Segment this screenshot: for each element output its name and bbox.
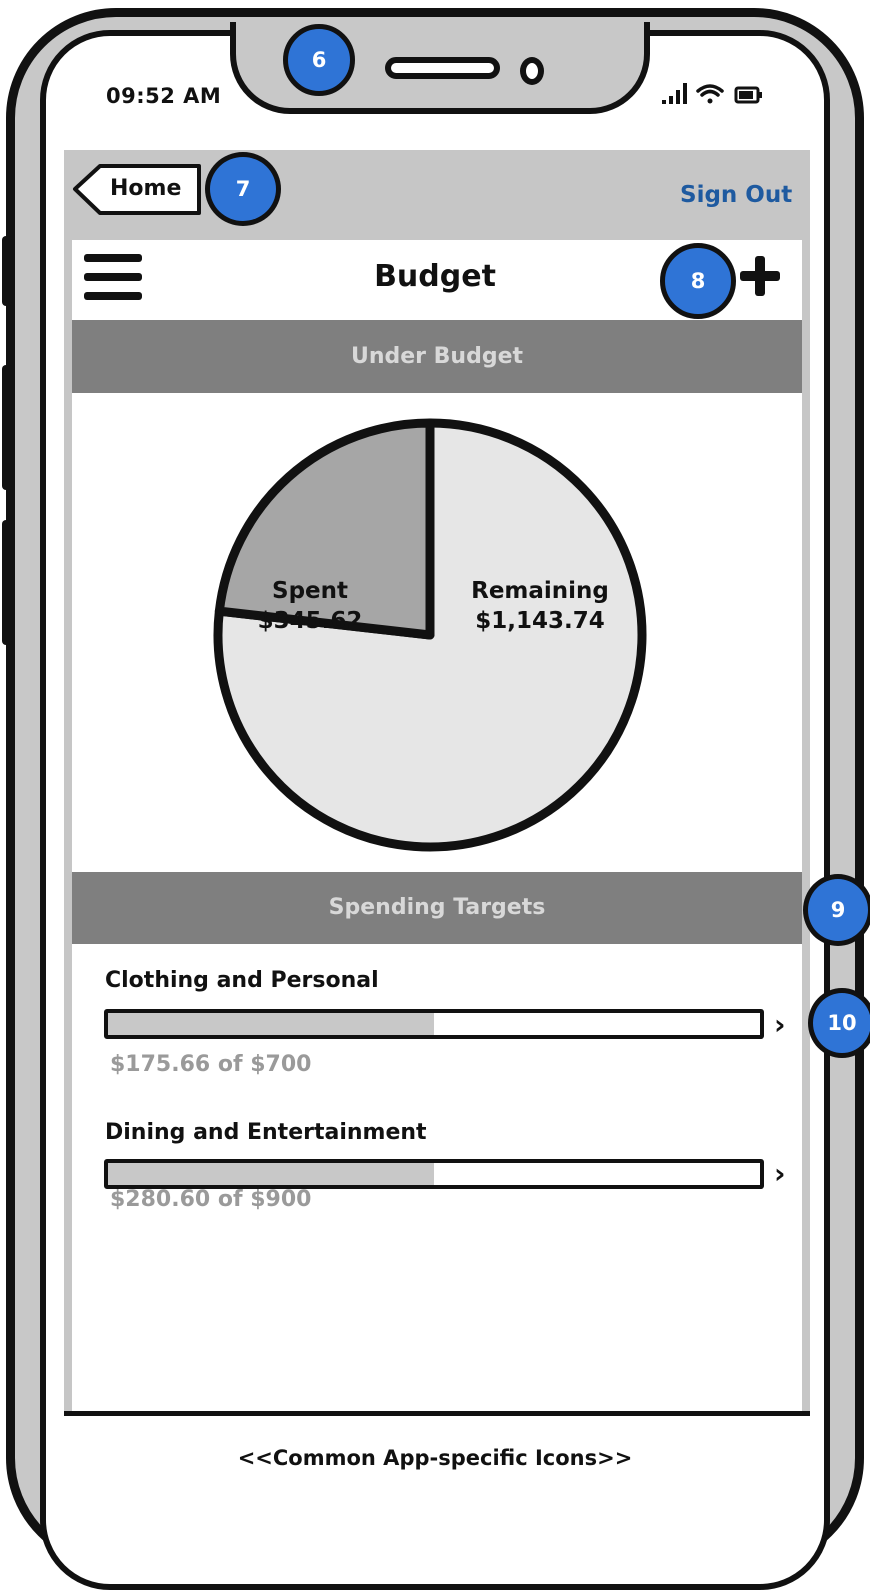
target-progress-bar[interactable] <box>104 1159 764 1189</box>
target-progress-bar[interactable] <box>104 1009 764 1039</box>
side-button <box>2 520 12 645</box>
spending-targets-header: Spending Targets <box>72 872 802 944</box>
remaining-label-value: $1,143.74 <box>475 608 605 634</box>
callout-badge: 9 <box>803 874 870 946</box>
add-plus-icon[interactable] <box>738 254 782 298</box>
budget-pie-chart <box>213 418 647 852</box>
sign-out-link[interactable]: Sign Out <box>680 182 792 208</box>
camera <box>520 57 544 85</box>
callout-badge: 7 <box>205 152 281 226</box>
speaker <box>385 57 500 79</box>
side-button <box>2 365 12 490</box>
target-progress-fill <box>108 1013 434 1035</box>
target-name: Clothing and Personal <box>105 968 379 993</box>
target-name: Dining and Entertainment <box>105 1120 427 1145</box>
status-time: 09:52 AM <box>106 84 222 108</box>
home-back-label: Home <box>110 176 182 201</box>
chevron-right-icon[interactable]: › <box>774 1008 786 1041</box>
target-progress-fill <box>108 1163 434 1185</box>
spent-label-name: Spent <box>272 578 348 604</box>
spent-label: Spent $345.62 <box>230 576 390 636</box>
target-amount: $280.60 of $900 <box>110 1187 312 1212</box>
callout-badge: 6 <box>283 24 355 96</box>
callout-badge: 10 <box>808 988 870 1058</box>
target-amount: $175.66 of $700 <box>110 1052 312 1077</box>
callout-badge: 8 <box>660 243 736 319</box>
remaining-label: Remaining $1,143.74 <box>460 576 620 636</box>
battery-icon <box>734 86 762 104</box>
under-budget-header: Under Budget <box>72 320 802 393</box>
chevron-right-icon[interactable]: › <box>774 1157 786 1190</box>
signal-icon <box>662 83 687 104</box>
wifi-icon <box>696 84 724 104</box>
spent-label-value: $345.62 <box>257 608 363 634</box>
footer-icons-placeholder: <<Common App-specific Icons>> <box>237 1446 633 1470</box>
status-icons <box>662 83 762 104</box>
footer-divider <box>64 1411 810 1416</box>
remaining-label-name: Remaining <box>471 578 609 604</box>
